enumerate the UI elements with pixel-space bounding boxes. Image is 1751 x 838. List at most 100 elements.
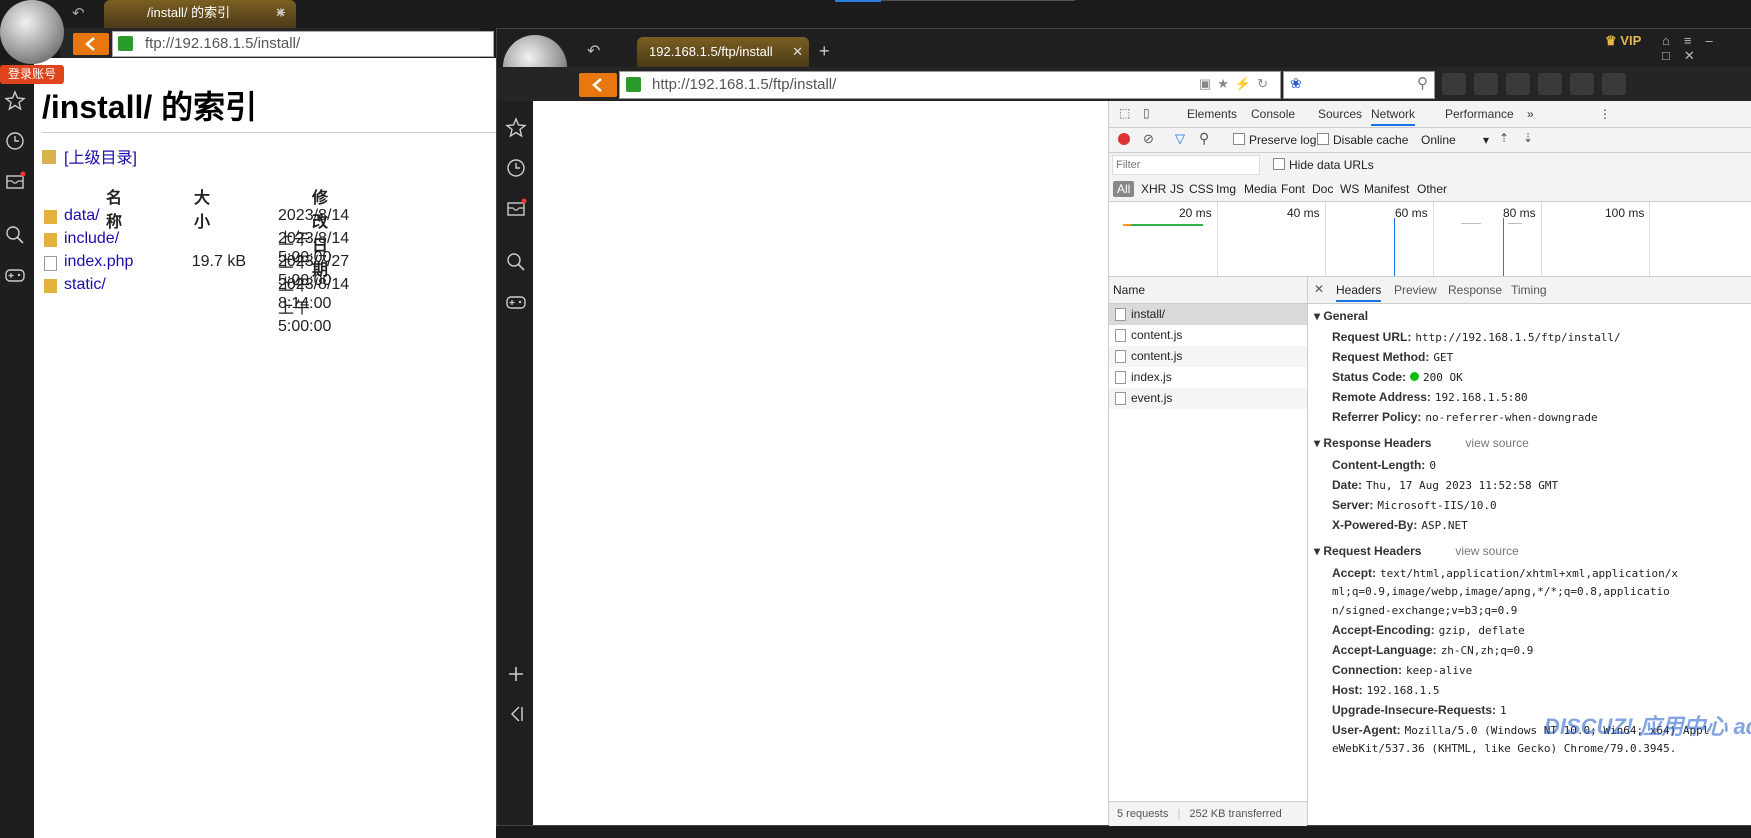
maximize-icon[interactable]: □ bbox=[1662, 48, 1684, 63]
search-icon[interactable] bbox=[4, 224, 26, 246]
undo-close-tab-icon[interactable]: ↶ bbox=[72, 4, 85, 22]
lock-icon[interactable] bbox=[1474, 73, 1498, 95]
inspect-element-icon[interactable]: ⬚ bbox=[1119, 106, 1130, 120]
search-icon[interactable] bbox=[505, 251, 527, 273]
type-filter-doc[interactable]: Doc bbox=[1312, 182, 1333, 196]
type-filter-ws[interactable]: WS bbox=[1340, 182, 1359, 196]
add-icon[interactable] bbox=[505, 663, 527, 685]
front-window-tab[interactable]: 192.168.1.5/ftp/install ✕ bbox=[637, 37, 809, 67]
network-overview-timeline[interactable]: 20 ms 40 ms 60 ms 80 ms 100 ms bbox=[1109, 202, 1751, 277]
tab-response[interactable]: Response bbox=[1448, 283, 1502, 297]
minimize-icon[interactable]: – bbox=[1705, 33, 1726, 48]
type-filter-other[interactable]: Other bbox=[1417, 182, 1447, 196]
export-har-icon[interactable]: ⇣ bbox=[1523, 131, 1533, 145]
entry-link[interactable]: data/ bbox=[64, 207, 100, 224]
vip-button[interactable]: ♛ VIP bbox=[1605, 33, 1641, 49]
tab-sources[interactable]: Sources bbox=[1318, 107, 1362, 121]
close-detail-icon[interactable]: ✕ bbox=[1314, 282, 1324, 296]
address-bar[interactable]: ftp://192.168.1.5/install/ bbox=[112, 31, 494, 57]
preserve-log-checkbox[interactable]: Preserve log bbox=[1233, 133, 1316, 147]
window-controls[interactable]: ⌂≡– □✕ bbox=[1662, 33, 1751, 64]
tab-console[interactable]: Console bbox=[1251, 107, 1295, 121]
mail-box-icon[interactable] bbox=[4, 170, 26, 192]
game-icon[interactable] bbox=[1570, 73, 1594, 95]
tools-icon[interactable] bbox=[1602, 73, 1626, 95]
history-clock-icon[interactable] bbox=[505, 157, 527, 179]
header-value: 1 bbox=[1500, 704, 1507, 717]
favorites-star-icon[interactable] bbox=[505, 117, 527, 139]
request-row[interactable]: event.js bbox=[1109, 388, 1307, 409]
parent-directory-link[interactable]: [上级目录] bbox=[42, 144, 137, 168]
view-source-link[interactable]: view source bbox=[1455, 544, 1518, 558]
entry-link[interactable]: include/ bbox=[64, 230, 119, 247]
back-window-tab[interactable]: /install/ 的索引 ✕ bbox=[104, 0, 296, 28]
entry-link[interactable]: index.php bbox=[64, 253, 133, 270]
type-filter-font[interactable]: Font bbox=[1281, 182, 1305, 196]
type-filter-media[interactable]: Media bbox=[1244, 182, 1277, 196]
game-controller-icon[interactable] bbox=[505, 291, 527, 313]
general-section-header[interactable]: ▾ General bbox=[1314, 309, 1368, 323]
view-source-link[interactable]: view source bbox=[1465, 436, 1528, 450]
history-clock-icon[interactable] bbox=[4, 130, 26, 152]
close-tab-icon[interactable]: ✕ bbox=[792, 37, 803, 67]
response-headers-section-header[interactable]: ▾ Response Headers view source bbox=[1314, 436, 1529, 450]
tab-network[interactable]: Network bbox=[1371, 107, 1416, 126]
search-icon[interactable]: ⚲ bbox=[1199, 130, 1209, 147]
mail-box-icon[interactable] bbox=[505, 197, 527, 219]
address-tools[interactable]: ▣★⚡↻ bbox=[1199, 76, 1274, 92]
image-icon[interactable]: ▣ bbox=[1199, 76, 1217, 91]
download-icon[interactable] bbox=[1538, 73, 1562, 95]
new-tab-icon[interactable]: + bbox=[819, 41, 830, 62]
tab-performance[interactable]: Performance bbox=[1445, 107, 1514, 121]
favorites-icon[interactable] bbox=[1506, 73, 1530, 95]
back-button[interactable] bbox=[579, 73, 617, 97]
record-icon[interactable] bbox=[1118, 133, 1130, 145]
undo-close-tab-icon[interactable]: ↶ bbox=[587, 41, 600, 61]
favorites-star-icon[interactable] bbox=[4, 90, 26, 112]
devtools-menu-icon[interactable]: ⋮ bbox=[1599, 107, 1611, 121]
type-filter-all[interactable]: All bbox=[1113, 181, 1135, 197]
name-column-header[interactable]: Name bbox=[1109, 277, 1307, 304]
login-badge[interactable]: 登录账号 bbox=[0, 65, 64, 84]
import-har-icon[interactable]: ⇡ bbox=[1499, 131, 1509, 145]
search-box[interactable]: ❀ ⚲ bbox=[1283, 71, 1435, 99]
throttle-select[interactable]: Online ▾ bbox=[1421, 133, 1489, 147]
collapse-sidebar-icon[interactable] bbox=[505, 703, 527, 725]
disable-cache-checkbox[interactable]: Disable cache bbox=[1317, 133, 1408, 147]
new-tab-icon[interactable]: + bbox=[276, 3, 286, 23]
extension-k-icon[interactable] bbox=[1442, 73, 1466, 95]
entry-link[interactable]: static/ bbox=[64, 276, 106, 293]
tab-elements[interactable]: Elements bbox=[1187, 107, 1237, 121]
filter-icon[interactable]: ▽ bbox=[1175, 131, 1185, 147]
close-window-icon[interactable]: ✕ bbox=[1684, 48, 1709, 63]
device-toolbar-icon[interactable]: ▯ bbox=[1143, 106, 1150, 120]
menu-icon[interactable]: ≡ bbox=[1684, 33, 1706, 48]
back-button[interactable] bbox=[73, 33, 109, 55]
hide-data-urls-checkbox[interactable]: Hide data URLs bbox=[1273, 158, 1374, 172]
type-filter-css[interactable]: CSS bbox=[1189, 182, 1214, 196]
bookmark-star-icon[interactable]: ★ bbox=[1217, 76, 1235, 91]
request-headers-section-header[interactable]: ▾ Request Headers view source bbox=[1314, 544, 1519, 558]
request-row[interactable]: content.js bbox=[1109, 325, 1307, 346]
tab-preview[interactable]: Preview bbox=[1394, 283, 1437, 297]
request-row[interactable]: index.js bbox=[1109, 367, 1307, 388]
baidu-paw-icon[interactable]: ❀ bbox=[1290, 75, 1302, 92]
flash-icon[interactable]: ⚡ bbox=[1235, 76, 1257, 91]
filter-input[interactable] bbox=[1112, 155, 1260, 175]
skin-icon[interactable]: ⌂ bbox=[1662, 33, 1684, 48]
type-filter-manifest[interactable]: Manifest bbox=[1364, 182, 1409, 196]
address-bar[interactable]: http://192.168.1.5/ftp/install/ ▣★⚡↻ bbox=[619, 71, 1281, 99]
request-row[interactable]: content.js bbox=[1109, 346, 1307, 367]
type-filter-xhr[interactable]: XHR bbox=[1141, 182, 1166, 196]
tab-timing[interactable]: Timing bbox=[1511, 283, 1547, 297]
tab-headers[interactable]: Headers bbox=[1336, 283, 1382, 302]
type-filter-img[interactable]: Img bbox=[1216, 182, 1236, 196]
type-filter-js[interactable]: JS bbox=[1170, 182, 1184, 196]
game-controller-icon[interactable] bbox=[4, 264, 26, 286]
browser-logo-icon[interactable] bbox=[0, 0, 64, 64]
request-row[interactable]: install/ bbox=[1109, 304, 1307, 325]
refresh-icon[interactable]: ↻ bbox=[1257, 76, 1274, 91]
more-tabs-icon[interactable]: » bbox=[1527, 107, 1534, 121]
clear-icon[interactable]: ⊘ bbox=[1143, 131, 1154, 147]
search-icon[interactable]: ⚲ bbox=[1417, 74, 1428, 92]
